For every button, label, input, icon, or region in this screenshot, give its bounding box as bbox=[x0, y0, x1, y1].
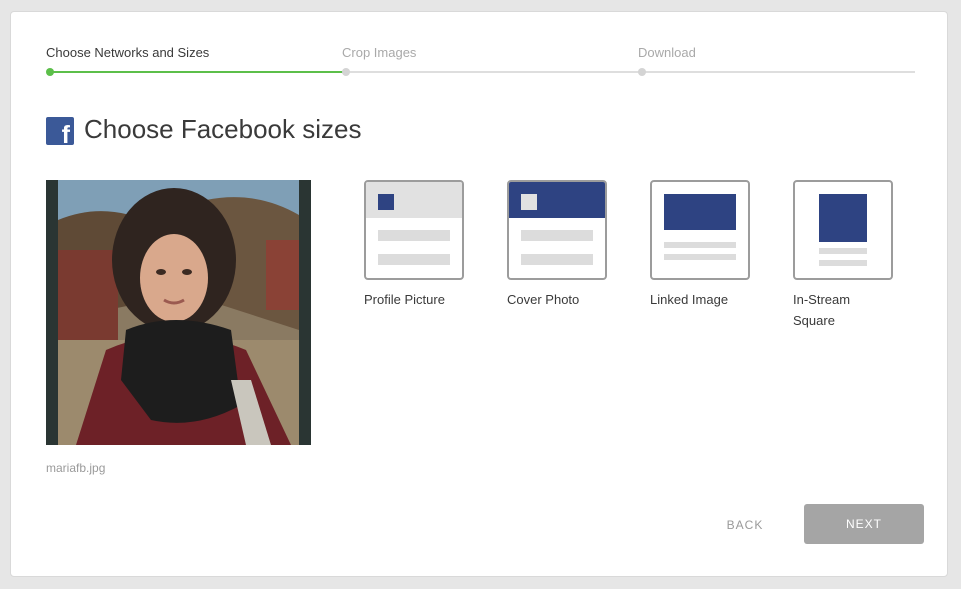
step-download: Download bbox=[638, 45, 696, 60]
next-button[interactable]: NEXT bbox=[804, 504, 924, 544]
filename-label: mariafb.jpg bbox=[46, 461, 106, 475]
option-label-line-2: Square bbox=[793, 313, 835, 328]
step-dot-2 bbox=[342, 68, 350, 76]
step-crop-images: Crop Images bbox=[342, 45, 417, 60]
page-title: Choose Facebook sizes bbox=[84, 114, 362, 144]
wizard-card: Choose Networks and Sizes Crop Images Do… bbox=[10, 11, 948, 577]
progress-track-complete bbox=[50, 71, 346, 73]
option-label: In-Stream Square bbox=[793, 289, 913, 331]
option-label: Linked Image bbox=[650, 292, 729, 307]
linked-image-layout-icon bbox=[650, 180, 750, 280]
in-stream-square-layout-icon bbox=[793, 180, 893, 280]
back-button[interactable]: BACK bbox=[705, 505, 785, 545]
step-choose-networks[interactable]: Choose Networks and Sizes bbox=[46, 45, 209, 60]
step-dot-1 bbox=[46, 68, 54, 76]
option-label: Cover Photo bbox=[507, 292, 580, 307]
facebook-icon: f bbox=[46, 117, 74, 148]
source-photo bbox=[46, 180, 311, 445]
progress-track-remaining bbox=[346, 71, 915, 73]
option-label-line-1: In-Stream bbox=[793, 292, 851, 307]
profile-picture-layout-icon bbox=[364, 180, 464, 280]
option-label: Profile Picture bbox=[364, 292, 445, 307]
cover-photo-layout-icon bbox=[507, 180, 607, 280]
step-dot-3 bbox=[638, 68, 646, 76]
